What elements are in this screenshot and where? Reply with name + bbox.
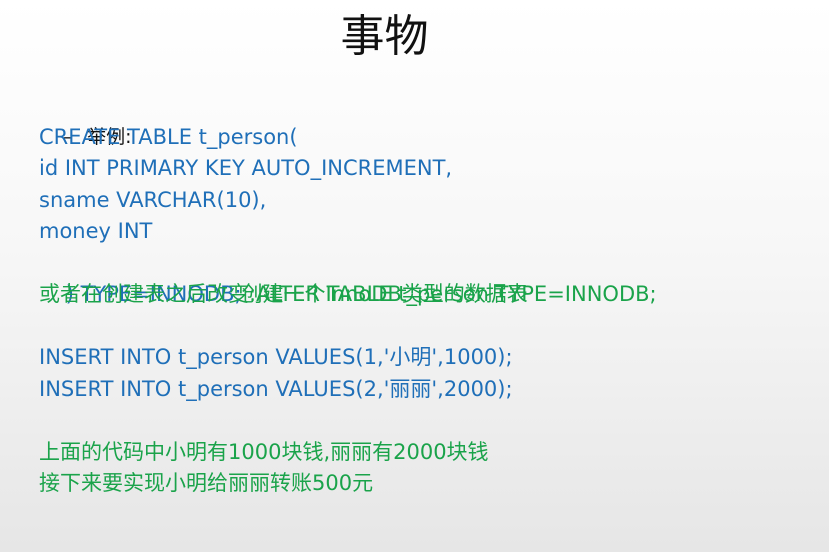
code-line-create-table: CREATE TABLE t_person( <box>39 124 298 149</box>
note-line-2: 接下来要实现小明给丽丽转账500元 <box>39 471 374 495</box>
bullet-example: – 举例: <box>39 90 809 148</box>
code-line-money-column: money INT <box>39 219 153 243</box>
code-line-type: ) TYPE=INNODB;创建一个InnoDB类型的数据表 <box>39 248 809 306</box>
code-line-id-column: id INT PRIMARY KEY AUTO_INCREMENT, <box>39 156 453 180</box>
slide-title: 事物 <box>340 11 429 62</box>
code-line-insert-2: INSERT INTO t_person VALUES(2,'丽丽',2000)… <box>39 376 513 401</box>
note-line-1: 上面的代码中小明有1000块钱,丽丽有2000块钱 <box>39 439 489 464</box>
code-line-sname-column: sname VARCHAR(10), <box>39 187 267 212</box>
code-line-insert-1: INSERT INTO t_person VALUES(1,'小明',1000)… <box>39 345 513 369</box>
alter-table-note: 或者在创建表之后改变:ALTER TABLE t_person TYPE=INN… <box>39 282 657 306</box>
slide-content: – 举例: CREATE TABLE t_person( id INT PRIMA… <box>39 90 809 500</box>
